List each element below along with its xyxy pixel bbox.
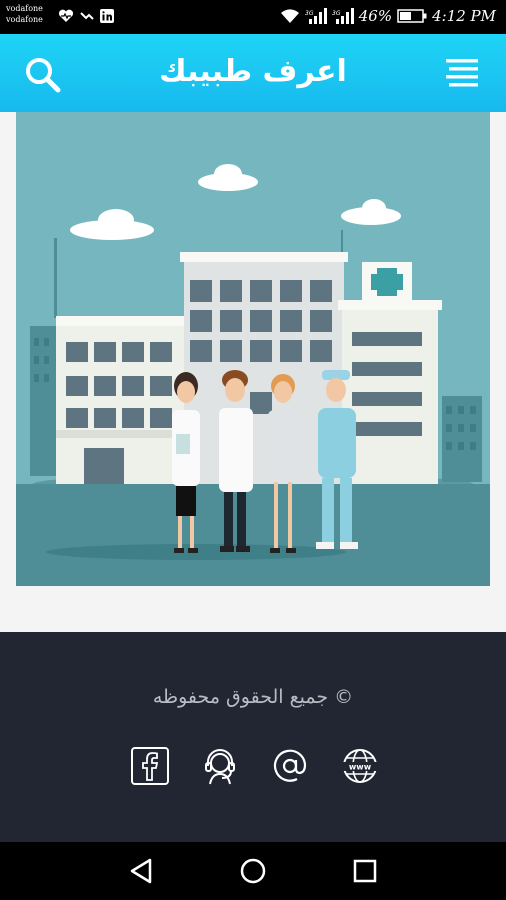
heart-rate-icon [58,9,74,22]
carrier-1: vodafone [6,4,43,13]
missed-call-icon [80,12,94,20]
status-right: 3G 3G 46% 4:12 PM [280,7,496,25]
system-nav-bar [0,842,506,900]
hospital-illustration [16,164,490,586]
carrier-2: vodafone [6,15,43,24]
battery-icon [397,9,427,23]
signal-icon-2: 3G [332,8,354,24]
wifi-icon [280,9,299,23]
svg-text:3G: 3G [332,10,341,17]
footer: © جميع الحقوق محفوظه www [0,632,506,842]
facebook-icon[interactable] [130,746,170,786]
app-bar: اعرف طبيبك [0,34,506,112]
app-title: اعرف طبيبك [159,54,347,89]
social-links: www [128,746,378,790]
recents-icon[interactable] [350,856,380,886]
copyright-text: © جميع الحقوق محفوظه [152,686,354,708]
linkedin-icon [100,9,114,23]
back-icon[interactable] [126,856,156,886]
svg-text:3G: 3G [305,10,314,17]
main-content [0,112,506,632]
globe-web-icon[interactable]: www [340,746,380,786]
menu-icon[interactable] [444,56,480,92]
battery-percent: 46% [358,7,393,25]
clock: 4:12 PM [432,7,496,25]
home-icon[interactable] [238,856,268,886]
notification-icons [58,9,114,23]
hero-image-card [16,112,490,586]
email-at-icon[interactable] [270,746,310,786]
svg-text:www: www [349,763,372,772]
status-bar: vodafone vodafone 3G 3G 46% 4:12 PM [0,0,506,34]
support-headset-icon[interactable] [200,746,240,786]
signal-icon-1: 3G [305,8,327,24]
carrier-labels: vodafone vodafone [6,3,43,25]
